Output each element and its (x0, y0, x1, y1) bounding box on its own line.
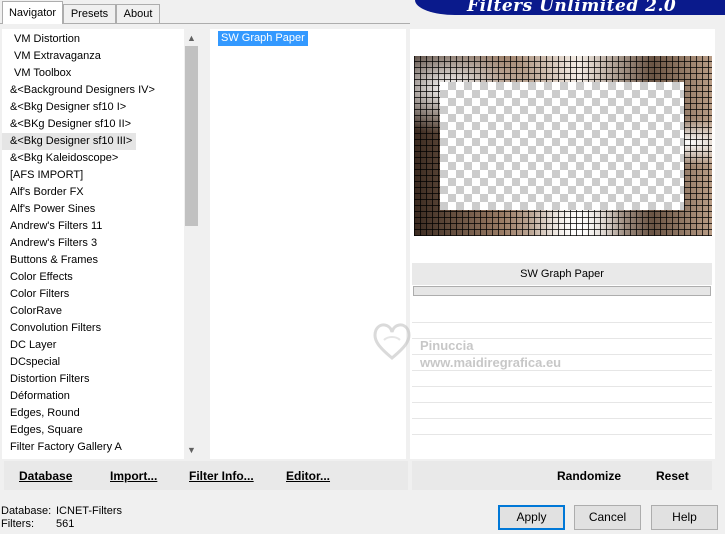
filter-list[interactable] (210, 29, 406, 459)
cancel-button[interactable]: Cancel (574, 505, 641, 530)
category-item[interactable]: ColorRave (2, 303, 62, 320)
randomize-button[interactable]: Randomize (557, 469, 621, 483)
category-item[interactable]: Edges, Square (2, 422, 83, 439)
watermark: Pinuccia www.maidiregrafica.eu (370, 318, 590, 378)
category-item[interactable]: &<Background Designers IV> (2, 82, 155, 99)
category-item[interactable]: Alf's Power Sines (2, 201, 95, 218)
chevron-down-icon[interactable]: ▼ (184, 443, 199, 458)
category-item[interactable]: Convolution Filters (2, 320, 101, 337)
filter-info-button[interactable]: Filter Info... (189, 469, 254, 483)
tab-about[interactable]: About (116, 4, 160, 23)
database-value: ICNET-Filters (56, 505, 122, 517)
category-item[interactable]: &<Bkg Designer sf10 III> (2, 133, 137, 150)
category-item[interactable]: Edges, Round (2, 405, 80, 422)
editor-button[interactable]: Editor... (286, 469, 330, 483)
watermark-url: www.maidiregrafica.eu (420, 355, 562, 370)
category-list[interactable]: VM Distortion VM Extravaganza VM Toolbox &<… (2, 29, 199, 459)
filters-label: Filters: (1, 518, 34, 530)
category-item[interactable]: Color Effects (2, 269, 73, 286)
import-button[interactable]: Import... (110, 469, 157, 483)
category-item[interactable]: DC Layer (2, 337, 56, 354)
category-scrollbar[interactable]: ▲ ▼ (184, 29, 199, 459)
banner-title: Filters Unlimited 2.0 (467, 0, 677, 15)
slider-row (412, 402, 712, 403)
category-item[interactable]: Andrew's Filters 3 (2, 235, 97, 252)
title-banner: Filters Unlimited 2.0 (415, 0, 725, 15)
category-item[interactable]: Color Filters (2, 286, 69, 303)
slider-row (412, 418, 712, 419)
selected-filter-name: SW Graph Paper (412, 263, 712, 285)
category-item[interactable]: Filter Factory Gallery B (2, 456, 122, 459)
tab-navigator[interactable]: Navigator (2, 1, 63, 24)
category-item[interactable]: Andrew's Filters 11 (2, 218, 102, 235)
database-label: Database: (1, 505, 52, 517)
category-item[interactable]: &<Bkg Designer sf10 I> (2, 99, 126, 116)
filter-item-selected[interactable]: SW Graph Paper (218, 31, 308, 46)
category-item[interactable]: VM Distortion (2, 31, 80, 48)
tab-presets[interactable]: Presets (63, 4, 116, 23)
database-button[interactable]: Database (19, 469, 72, 483)
slider-row (412, 434, 712, 435)
category-item[interactable]: DCspecial (2, 354, 60, 371)
category-item[interactable]: Buttons & Frames (2, 252, 98, 269)
category-item[interactable]: VM Extravaganza (2, 48, 101, 65)
category-item[interactable]: Filter Factory Gallery A (2, 439, 122, 456)
chevron-up-icon[interactable]: ▲ (184, 31, 199, 46)
category-item[interactable]: Déformation (2, 388, 70, 405)
apply-button[interactable]: Apply (498, 505, 565, 530)
filter-preview[interactable] (414, 56, 712, 236)
filters-count: 561 (56, 518, 75, 530)
transparency-checkerboard (440, 82, 684, 210)
reset-button[interactable]: Reset (656, 469, 689, 483)
category-item[interactable]: &<BKg Designer sf10 II> (2, 116, 131, 133)
category-item[interactable]: Alf's Border FX (2, 184, 84, 201)
category-item[interactable]: VM Toolbox (2, 65, 71, 82)
heart-logo-icon (373, 323, 411, 360)
watermark-name: Pinuccia (420, 338, 474, 353)
category-item[interactable]: Distortion Filters (2, 371, 89, 388)
scrollbar-thumb[interactable] (185, 46, 198, 226)
filter-progress-bar (413, 286, 711, 296)
category-item[interactable]: &<Bkg Kaleidoscope> (2, 150, 118, 167)
slider-row (412, 386, 712, 387)
help-button[interactable]: Help (651, 505, 718, 530)
category-item[interactable]: [AFS IMPORT] (2, 167, 83, 184)
